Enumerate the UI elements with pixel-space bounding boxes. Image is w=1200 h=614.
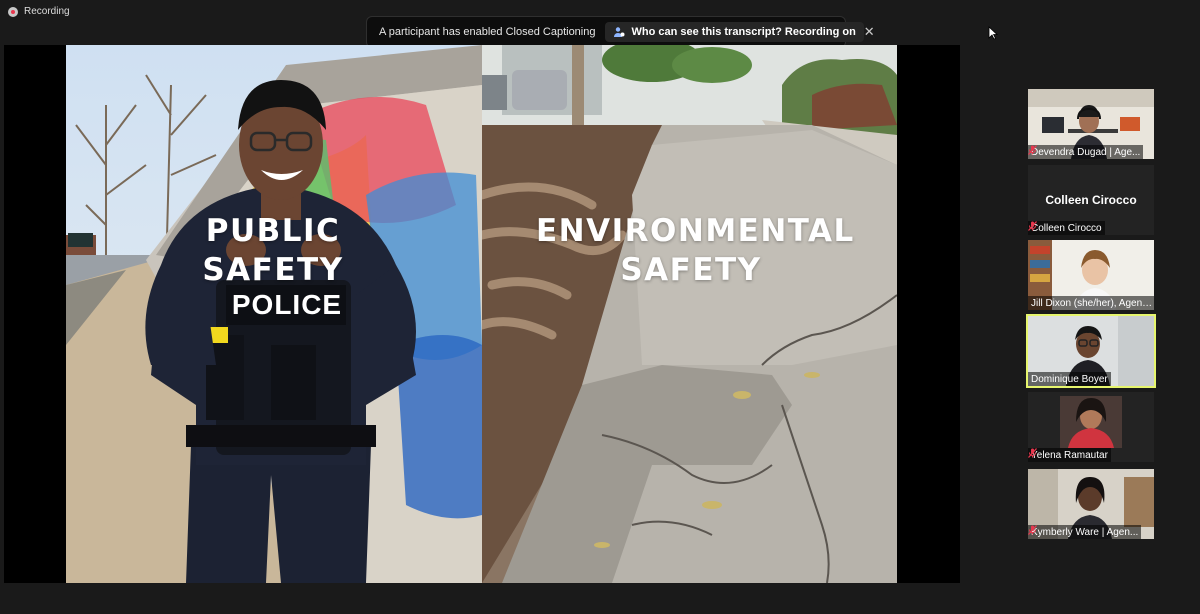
participant-tile[interactable]: Colleen Cirocco Colleen Cirocco [1028,165,1154,235]
shared-screen: POLICE PUBLIC SAFETY ENVIRONMENTAL SAFET… [4,45,960,583]
participant-name-bar: Yelena Ramautar [1028,448,1111,462]
closed-caption-message: A participant has enabled Closed Caption… [379,26,596,38]
close-banner-button[interactable]: ✕ [864,24,875,40]
muted-mic-icon [1028,145,1037,155]
public-safety-title: PUBLIC SAFETY [202,213,344,288]
participant-name: Jill Dixon (she/her), Agenc... [1031,297,1154,309]
participant-name: Dominique Boyer [1031,373,1108,385]
environmental-safety-title: ENVIRONMENTAL SAFETY [536,213,855,288]
participant-name-bar: Dominique Boyer [1028,372,1111,386]
mouse-cursor-icon [988,26,998,40]
participant-tile[interactable]: Yelena Ramautar [1028,392,1154,462]
police-patch-text: POLICE [231,289,343,320]
participant-tile[interactable]: Jill Dixon (she/her), Agenc... [1028,240,1154,310]
participant-name-bar: Colleen Cirocco [1028,221,1105,235]
participant-name-bar: Jill Dixon (she/her), Agenc... [1028,296,1154,310]
participant-tile[interactable]: Devendra Dugad | Age... [1028,89,1154,159]
closed-caption-banner: A participant has enabled Closed Caption… [366,16,875,48]
participant-center-name: Colleen Cirocco [1045,193,1137,207]
muted-mic-icon [1028,448,1037,458]
participant-name-bar: Kymberly Ware | Agen... [1028,525,1142,539]
participant-name: Colleen Cirocco [1031,222,1102,234]
recording-label: Recording [24,6,70,17]
participant-tile[interactable]: Kymberly Ware | Agen... [1028,469,1154,539]
recording-indicator[interactable]: Recording [8,6,70,17]
environmental-safety-photo: ENVIRONMENTAL SAFETY [482,45,897,583]
person-shield-icon [614,27,625,37]
participant-name: Devendra Dugad | Age... [1031,146,1141,158]
participant-name: Kymberly Ware | Agen... [1031,526,1139,538]
participant-name-bar: Devendra Dugad | Age... [1028,145,1144,159]
presentation-slide: POLICE PUBLIC SAFETY ENVIRONMENTAL SAFET… [66,45,897,583]
cracked-sidewalk-illustration [482,45,897,583]
participant-tile-active-speaker[interactable]: Dominique Boyer [1026,314,1156,388]
transcript-visibility-button[interactable]: Who can see this transcript? Recording o… [605,22,864,42]
participant-name: Yelena Ramautar [1031,449,1108,461]
transcript-visibility-label: Who can see this transcript? Recording o… [631,26,856,38]
recording-dot-icon [8,6,18,17]
muted-mic-icon [1028,221,1037,231]
public-safety-photo: POLICE PUBLIC SAFETY [66,45,482,583]
muted-mic-icon [1028,525,1037,535]
